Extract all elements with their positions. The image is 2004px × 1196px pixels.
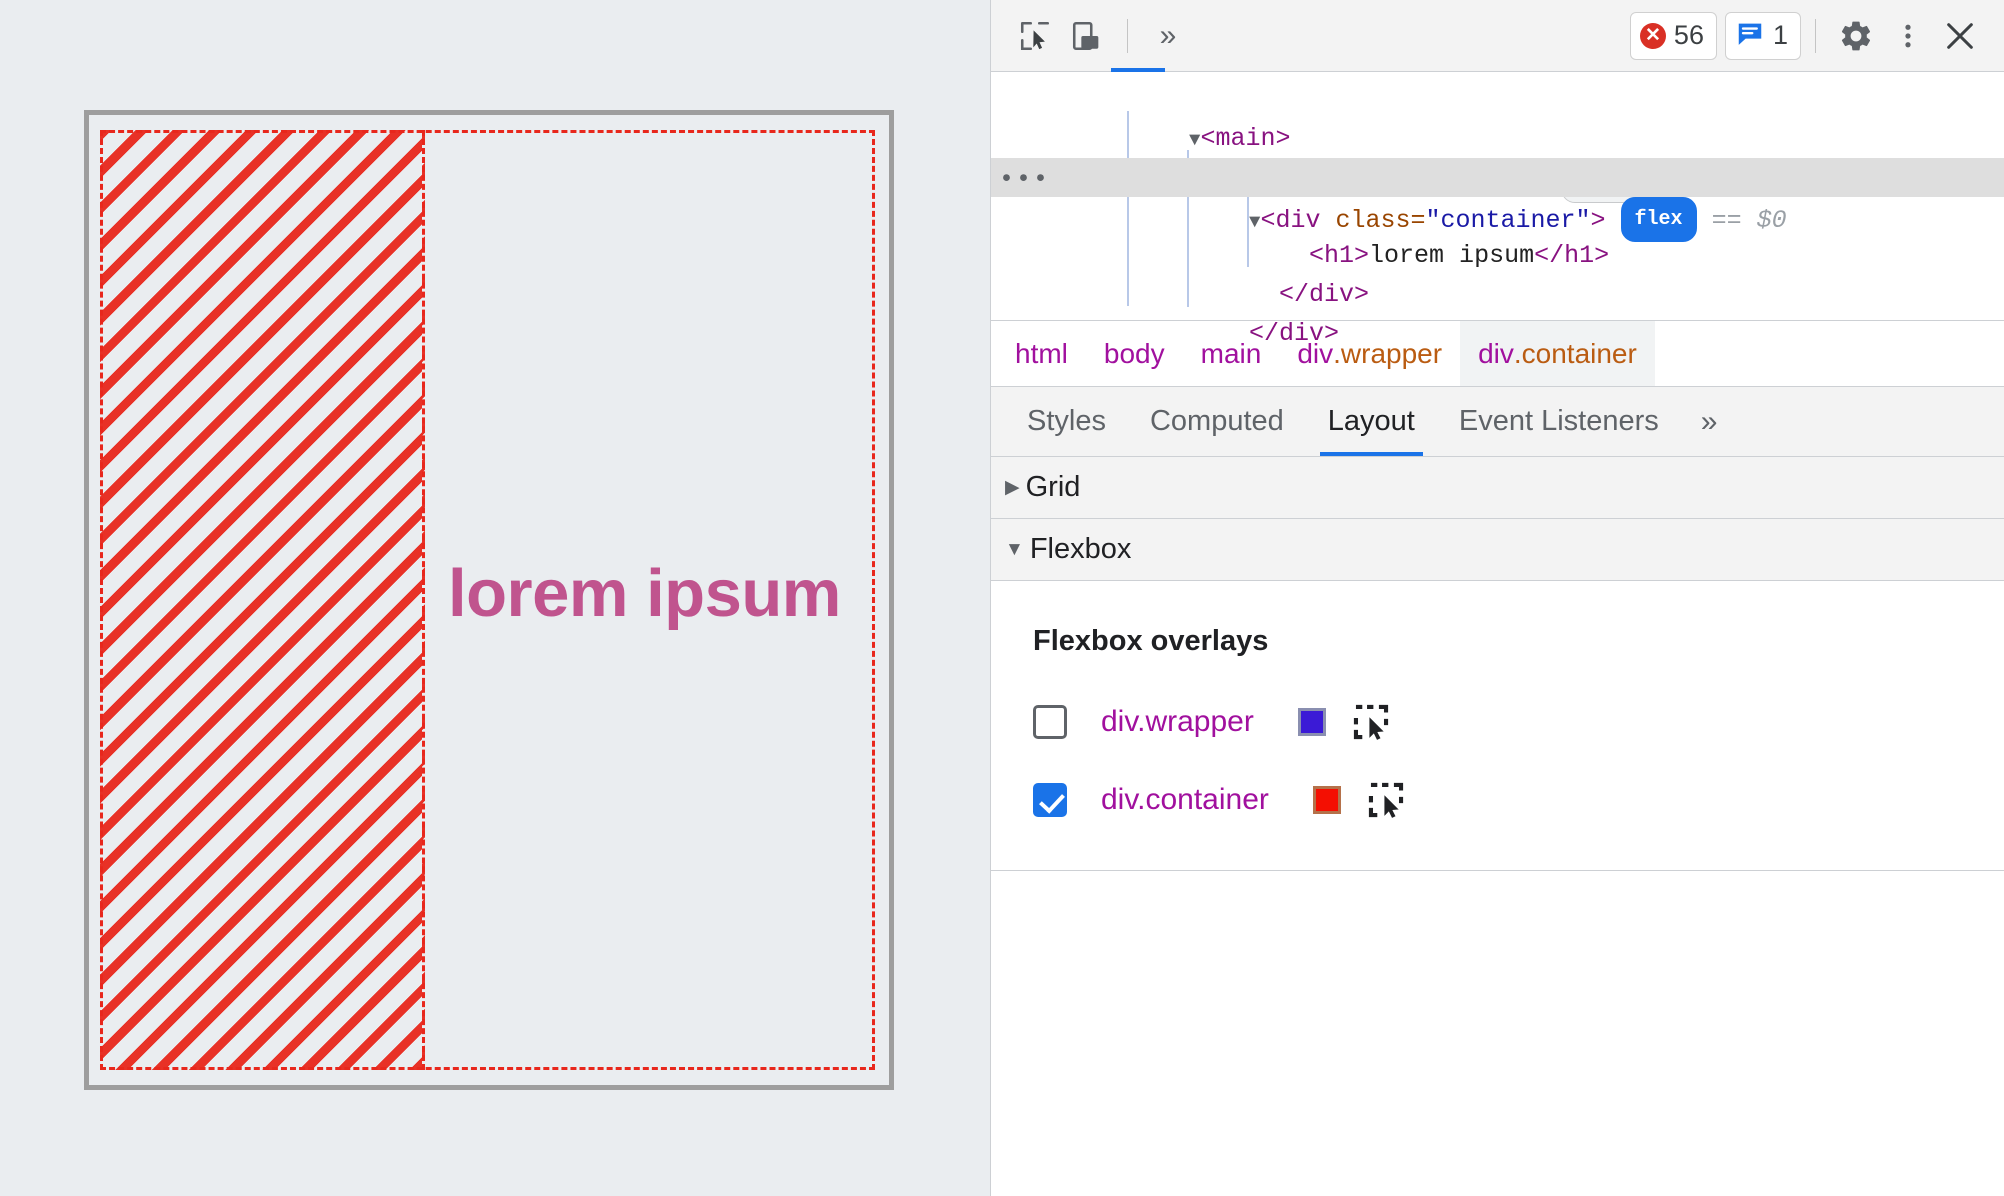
gear-icon[interactable] — [1830, 10, 1882, 62]
dom-close-outer: </div> — [1249, 319, 1340, 348]
devtools-screen: lorem ipsum » ✕ 56 1 ▼<main> ••• ▼<div c… — [0, 0, 2004, 1196]
chevron-down-icon: ▼ — [1005, 538, 1024, 560]
dom-row-close-container[interactable]: </div> — [991, 236, 2004, 309]
tab-event-listeners[interactable]: Event Listeners — [1437, 387, 1681, 456]
breadcrumb-item-div-container[interactable]: div .container — [1460, 321, 1655, 386]
devtools-empty-area — [991, 871, 2004, 1196]
overlay-checkbox-container[interactable] — [1033, 783, 1067, 817]
dom-row-h1[interactable]: <h1>lorem ipsum</h1> — [991, 197, 2004, 270]
message-count: 1 — [1772, 20, 1788, 50]
kebab-menu-icon[interactable] — [1882, 10, 1934, 62]
device-toolbar-icon[interactable] — [1061, 10, 1113, 62]
section-grid-label: Grid — [1025, 471, 1081, 503]
toolbar-divider — [1127, 18, 1128, 53]
section-flexbox-label: Flexbox — [1029, 533, 1132, 565]
dom-tree: ▼<main> ▼<div class="wrapper"> flex •••▼… — [991, 72, 2004, 348]
message-counter-button[interactable]: 1 — [1724, 11, 1801, 60]
tab-computed[interactable]: Computed — [1128, 387, 1306, 456]
element-picker-icon-wrapper[interactable] — [1352, 703, 1390, 741]
overlay-label-wrapper[interactable]: div.wrapper — [1101, 705, 1254, 739]
chevron-double-right-icon[interactable]: » — [1142, 10, 1194, 62]
toolbar-divider-2 — [1815, 18, 1816, 53]
page-heading: lorem ipsum — [448, 556, 841, 631]
section-grid[interactable]: ▶ Grid — [991, 457, 2004, 519]
overlay-row-container: div.container — [991, 770, 2004, 830]
devtools-toolbar: » ✕ 56 1 — [991, 0, 2004, 72]
overlay-row-wrapper: div.wrapper — [991, 692, 2004, 752]
error-circle-icon: ✕ — [1639, 22, 1666, 49]
breadcrumb-item-html[interactable]: html — [991, 321, 1086, 386]
error-count: 56 — [1673, 20, 1704, 50]
dom-row-main[interactable]: ▼<main> — [991, 80, 2004, 153]
chevron-right-icon: ▶ — [1005, 477, 1020, 498]
flexbox-overlays-title: Flexbox overlays — [1033, 625, 1269, 657]
dom-row-close-wrapper[interactable]: </div> — [991, 275, 2004, 348]
dom-row-more-icon[interactable]: ••• — [999, 160, 1050, 199]
overlay-color-swatch-container[interactable] — [1312, 786, 1341, 814]
section-flexbox[interactable]: ▼ Flexbox — [991, 519, 2004, 581]
page-viewport: lorem ipsum — [0, 0, 990, 1196]
overlay-checkbox-wrapper[interactable] — [1033, 705, 1067, 739]
overlay-label-container[interactable]: div.container — [1101, 783, 1269, 817]
inspect-cursor-icon[interactable] — [1009, 10, 1061, 62]
tab-layout[interactable]: Layout — [1306, 387, 1437, 456]
message-icon — [1735, 18, 1765, 53]
devtools-tabs: Styles Computed Layout Event Listeners » — [991, 387, 2004, 457]
breadcrumb-tag: div — [1478, 337, 1514, 369]
error-counter-button[interactable]: ✕ 56 — [1629, 11, 1717, 60]
breadcrumb-class: .wrapper — [1333, 337, 1443, 369]
tabs-more-icon[interactable]: » — [1681, 387, 1738, 456]
devtools-panel: » ✕ 56 1 ▼<main> ••• ▼<div class="contai… — [990, 0, 2004, 1196]
dom-row-wrapper[interactable]: ▼<div class="wrapper"> flex — [991, 119, 2004, 203]
element-picker-icon-container[interactable] — [1367, 781, 1405, 819]
dom-row-container[interactable]: ••• ▼<div class="container"> flex == $0 — [991, 158, 2004, 242]
breadcrumb-class: .container — [1513, 337, 1637, 369]
tab-styles[interactable]: Styles — [1005, 387, 1128, 456]
overlay-color-swatch-wrapper[interactable] — [1297, 708, 1326, 736]
close-icon[interactable] — [1934, 10, 1986, 62]
flexbox-overlays-body: Flexbox overlays div.wrapper div.contain… — [991, 581, 2004, 871]
